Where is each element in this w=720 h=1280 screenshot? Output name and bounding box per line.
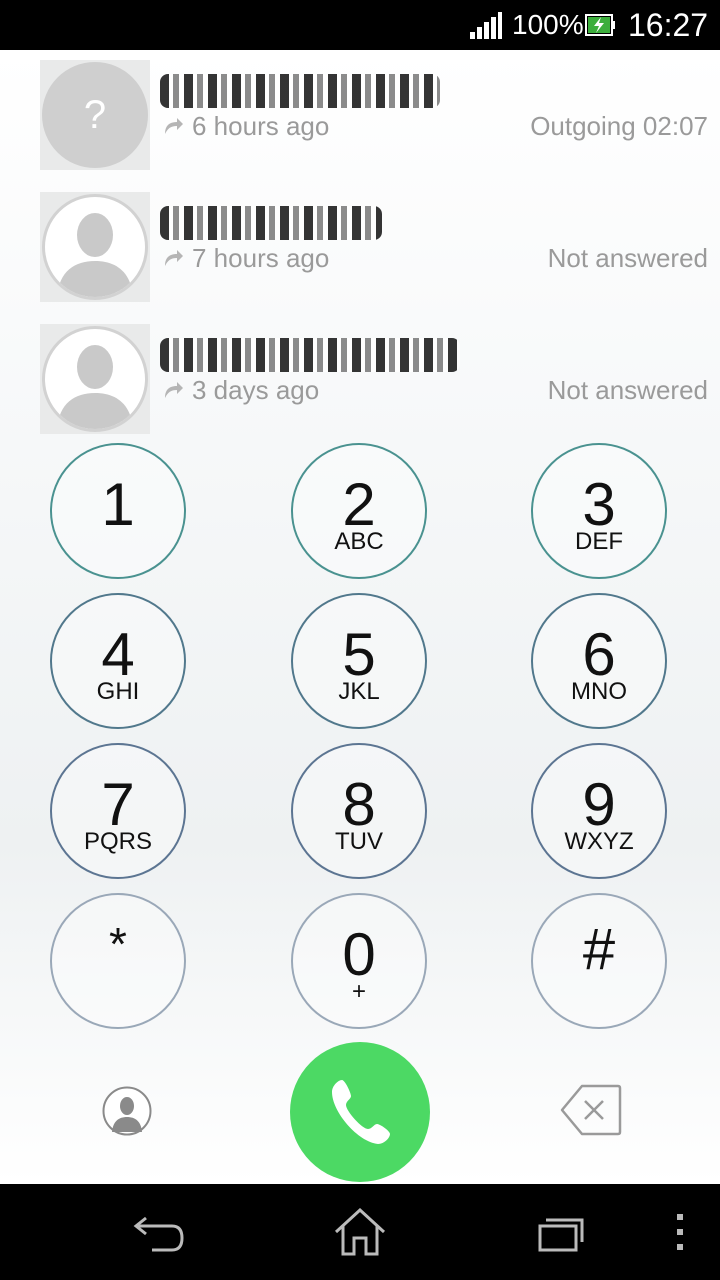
clock: 16:27 [628,7,709,43]
navigation-bar [0,1184,720,1280]
person-silhouette-icon [57,213,133,297]
key-digit: 1 [101,471,135,538]
call-time: 3 days ago [192,375,320,405]
phone-icon [332,1080,390,1144]
key-digit: 2 [342,471,376,538]
key-letters: + [351,978,366,1005]
key-digit: 0 [342,921,376,988]
key-2[interactable]: 2 ABC [291,443,427,579]
key-hash[interactable]: # [531,893,667,1029]
contact-avatar [42,194,148,300]
key-letters: GHI [96,678,140,705]
key-star[interactable]: * [50,893,186,1029]
key-0[interactable]: 0 + [291,893,427,1029]
avatar[interactable] [40,192,150,302]
outgoing-call-arrow-icon [165,250,183,266]
backspace-icon [584,1100,604,1120]
caller-name-redacted [160,206,382,240]
key-letters: PQRS [83,828,152,855]
recent-call-row[interactable]: 3 days ago Not answered [0,314,720,446]
key-8[interactable]: 8 TUV [291,743,427,879]
contact-avatar [42,326,148,432]
call-status: Outgoing 02:07 [530,111,708,141]
call-time: 7 hours ago [192,243,330,273]
backspace-button[interactable] [560,1084,622,1136]
key-1[interactable]: 1 [50,443,186,579]
key-letters: TUV [335,828,383,855]
key-6[interactable]: 6 MNO [531,593,667,729]
key-digit: 4 [101,621,135,688]
signal-icon [470,12,502,39]
key-digit: 7 [101,771,135,838]
recent-apps-icon[interactable] [536,1212,584,1252]
key-letters: WXYZ [564,828,634,855]
key-letters: MNO [571,678,627,705]
status-bar: 100% 16:27 [0,0,720,50]
key-7[interactable]: 7 PQRS [50,743,186,879]
key-digit: 5 [342,621,376,688]
contacts-button[interactable] [102,1086,152,1136]
caller-name-redacted [160,338,460,372]
avatar[interactable]: ? [40,60,150,170]
battery-icon [585,14,615,36]
key-digit: 3 [582,471,616,538]
outgoing-call-arrow-icon [165,382,183,398]
key-digit: 8 [342,771,376,838]
key-digit: 9 [582,771,616,838]
key-digit: # [582,917,616,982]
call-time: 6 hours ago [192,111,330,141]
dialer-screen: ? 6 hours ago Outgoing 02:07 7 hours ago… [0,50,720,1184]
key-9[interactable]: 9 WXYZ [531,743,667,879]
key-letters: ABC [334,528,384,555]
home-icon[interactable] [334,1208,386,1256]
call-status: Not answered [547,375,708,405]
recent-call-row[interactable]: 7 hours ago Not answered [0,182,720,314]
key-digit: * [109,918,127,970]
avatar[interactable] [40,324,150,434]
back-icon[interactable] [132,1212,186,1252]
person-silhouette-icon [57,345,133,429]
key-4[interactable]: 4 GHI [50,593,186,729]
key-3[interactable]: 3 DEF [531,443,667,579]
battery-percent: 100% [512,9,584,40]
recent-call-row[interactable]: ? 6 hours ago Outgoing 02:07 [0,50,720,182]
key-letters: JKL [338,678,380,705]
call-button[interactable] [290,1042,430,1182]
menu-icon[interactable] [672,1212,688,1252]
key-digit: 6 [582,621,616,688]
key-5[interactable]: 5 JKL [291,593,427,729]
unknown-caller-avatar: ? [42,62,148,168]
call-status: Not answered [547,243,708,273]
caller-name-redacted [160,74,440,108]
outgoing-call-arrow-icon [165,118,183,134]
key-letters: DEF [575,528,623,555]
